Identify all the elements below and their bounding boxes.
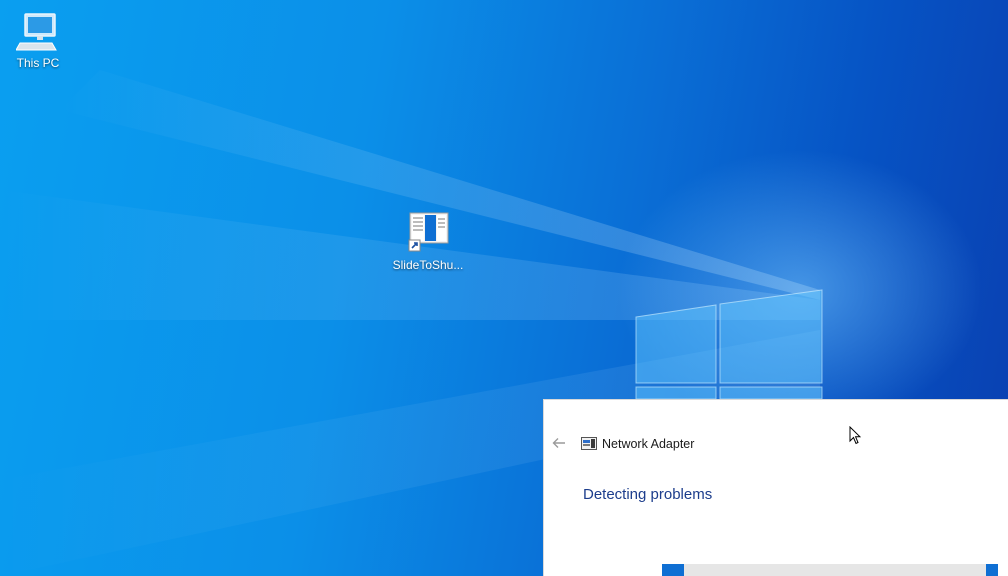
back-arrow-icon[interactable] (552, 436, 568, 452)
progress-bar-segment (986, 564, 998, 576)
windows-logo-wallpaper (635, 289, 823, 400)
network-adapter-icon (581, 437, 597, 450)
desktop-icon-label: This PC (16, 56, 60, 70)
shortcut-app-icon (408, 212, 449, 252)
desktop: This PC SlideToShu... Network Adapter De… (0, 0, 1008, 576)
desktop-icon-this-pc[interactable]: This PC (0, 10, 78, 70)
status-heading: Detecting problems (583, 486, 713, 503)
window-title: Network Adapter (602, 437, 695, 451)
desktop-icon-slidetoshutdown[interactable]: SlideToShu... (388, 212, 468, 272)
computer-icon (16, 13, 57, 51)
desktop-icon-label: SlideToShu... (392, 258, 464, 272)
progress-bar-segment (662, 564, 684, 576)
troubleshooter-window: Network Adapter Detecting problems (543, 399, 1008, 576)
progress-bar (662, 564, 998, 576)
